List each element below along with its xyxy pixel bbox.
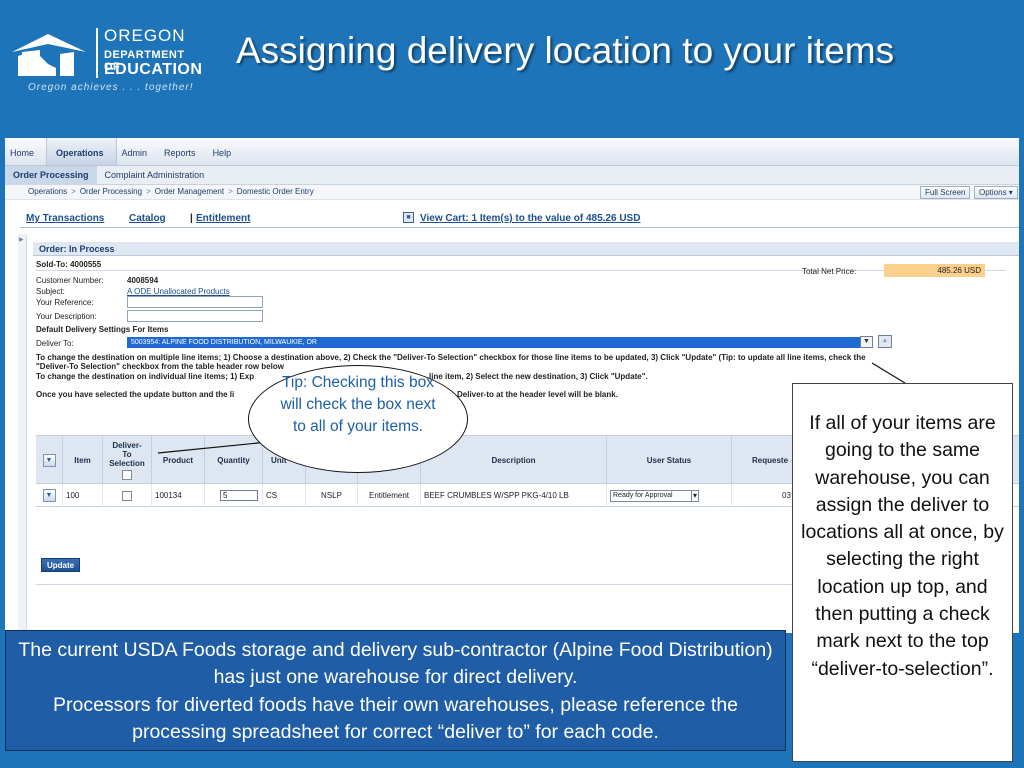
logo-tagline: Oregon achieves . . . together! (28, 82, 194, 93)
breadcrumb-bar: Operations > Order Processing > Order Manage… (5, 185, 1019, 200)
logo-oregon: OREGON (104, 26, 186, 45)
total-net-price-value: 485.26 USD (884, 264, 985, 277)
user-status-select[interactable]: Ready for Approval (610, 489, 699, 502)
tab-admin[interactable]: Admin (117, 138, 160, 165)
full-screen-button[interactable]: Full Screen (920, 186, 971, 199)
instruction-multiple-2: "Deliver-To Selection" checkbox from the… (36, 362, 284, 371)
deliver-to-selection-label: Deliver- To Selection (109, 441, 145, 468)
tab-home[interactable]: Home (5, 138, 46, 165)
warehouse-callout-text: If all of your items are going to the sa… (801, 412, 1004, 680)
default-delivery-heading: Default Delivery Settings For Items (36, 325, 169, 334)
sold-to: Sold-To: 4000555 (36, 260, 102, 269)
deliver-to-label: Deliver To: (36, 339, 74, 348)
options-button[interactable]: Options ▾ (974, 186, 1018, 199)
cell-quantity: 5 (205, 484, 263, 507)
tab-operations[interactable]: Operations (46, 138, 117, 165)
row-expand-cell: ▼ (36, 484, 63, 507)
note-line-2: Processors for diverted foods have their… (52, 693, 739, 743)
your-reference-label: Your Reference: (36, 298, 94, 307)
tip-bubble-text: Tip: Checking this box will check the bo… (280, 374, 436, 435)
link-separator: | (190, 213, 193, 224)
breadcrumb-order-processing[interactable]: Order Processing (80, 187, 142, 196)
subject-label: Subject: (36, 287, 65, 296)
customer-number-value: 4008594 (127, 276, 159, 285)
deliver-to-selection-header-checkbox[interactable] (122, 470, 132, 480)
your-description-input[interactable] (127, 310, 263, 322)
tab-reports[interactable]: Reports (159, 138, 208, 165)
deliver-to-selection-row-checkbox[interactable] (122, 490, 132, 501)
logo-education: EDUCATION (104, 61, 203, 78)
header-cell-actions: ▼ (36, 436, 63, 485)
my-transactions-link[interactable]: My Transactions (26, 213, 104, 224)
entitlement-link[interactable]: Entitlement (196, 213, 250, 224)
cart-icon[interactable]: ■ (403, 212, 414, 223)
cell-unit: CS (263, 484, 306, 507)
cell-program: NSLP (306, 484, 358, 507)
row-expand-chevron-icon[interactable]: ▼ (42, 489, 56, 502)
instruction-multiple-1: To change the destination on multiple li… (36, 353, 866, 362)
cell-item: 100 (63, 484, 103, 507)
logo-divider (96, 28, 98, 78)
table-menu-chevron-icon[interactable]: ▼ (42, 454, 56, 467)
your-reference-input[interactable] (127, 296, 263, 308)
cell-deliver-to-selection (103, 484, 152, 507)
customer-number-label: Customer Number: (36, 276, 104, 285)
header-item: Item (63, 436, 103, 485)
catalog-link[interactable]: Catalog (129, 213, 166, 224)
update-button[interactable]: Update (41, 558, 81, 572)
your-description-label: Your Description: (36, 312, 97, 321)
total-net-price-label: Total Net Price: (802, 267, 857, 276)
subtab-complaint-administration[interactable]: Complaint Administration (97, 166, 213, 185)
schoolhouse-logo-icon (12, 34, 86, 76)
subject-link[interactable]: A ODE Unallocated Products (127, 287, 230, 296)
cell-type: Entitlement (358, 484, 421, 507)
tab-help[interactable]: Help (208, 138, 244, 165)
header-user-status: User Status (607, 436, 732, 485)
transaction-link-bar: My Transactions Catalog | Entitlement ■ … (20, 210, 1019, 228)
deliver-to-dropdown[interactable]: 5003954: ALPINE FOOD DISTRIBUTION, MILWA… (127, 337, 860, 348)
quantity-input[interactable]: 5 (220, 490, 258, 501)
view-cart-link[interactable]: View Cart: 1 Item(s) to the value of 485… (420, 213, 640, 224)
header-quantity: Quantity (205, 436, 263, 485)
cell-description: BEEF CRUMBLES W/SPP PKG-4/10 LB (421, 484, 607, 507)
breadcrumb-domestic-order-entry[interactable]: Domestic Order Entry (237, 187, 314, 196)
header-deliver-to-selection: Deliver- To Selection (103, 436, 152, 485)
slide-title: Assigning delivery location to your item… (236, 30, 895, 71)
cell-user-status: Ready for Approval (607, 484, 732, 507)
search-help-icon[interactable]: ⌕ (878, 335, 892, 348)
order-panel-title: Order: In Process (33, 242, 1019, 256)
sub-contractor-note-text: The current USDA Foods storage and deliv… (13, 637, 778, 746)
instruction-individual-2: line item, 2) Select the new destination… (429, 372, 648, 381)
breadcrumb-order-management[interactable]: Order Management (155, 187, 224, 196)
collapse-panel-handle[interactable] (18, 234, 27, 633)
instruction-individual-1: To change the destination on individual … (36, 372, 255, 381)
sub-navigation: Order Processing Complaint Administratio… (5, 165, 1019, 185)
top-navigation: Home Operations Admin Reports Help (5, 138, 1019, 166)
breadcrumb-operations[interactable]: Operations (28, 187, 67, 196)
cell-product: 100134 (152, 484, 205, 507)
divider (36, 270, 1006, 271)
breadcrumb: Operations > Order Processing > Order Manage… (28, 187, 314, 196)
note-line-1: The current USDA Foods storage and deliv… (18, 639, 773, 689)
ode-logo: OREGON DEPARTMENT OF EDUCATION Oregon ac… (8, 24, 202, 96)
header-product: Product (152, 436, 205, 485)
chevron-down-icon[interactable]: ▼ (860, 336, 873, 348)
subtab-order-processing[interactable]: Order Processing (5, 165, 97, 185)
